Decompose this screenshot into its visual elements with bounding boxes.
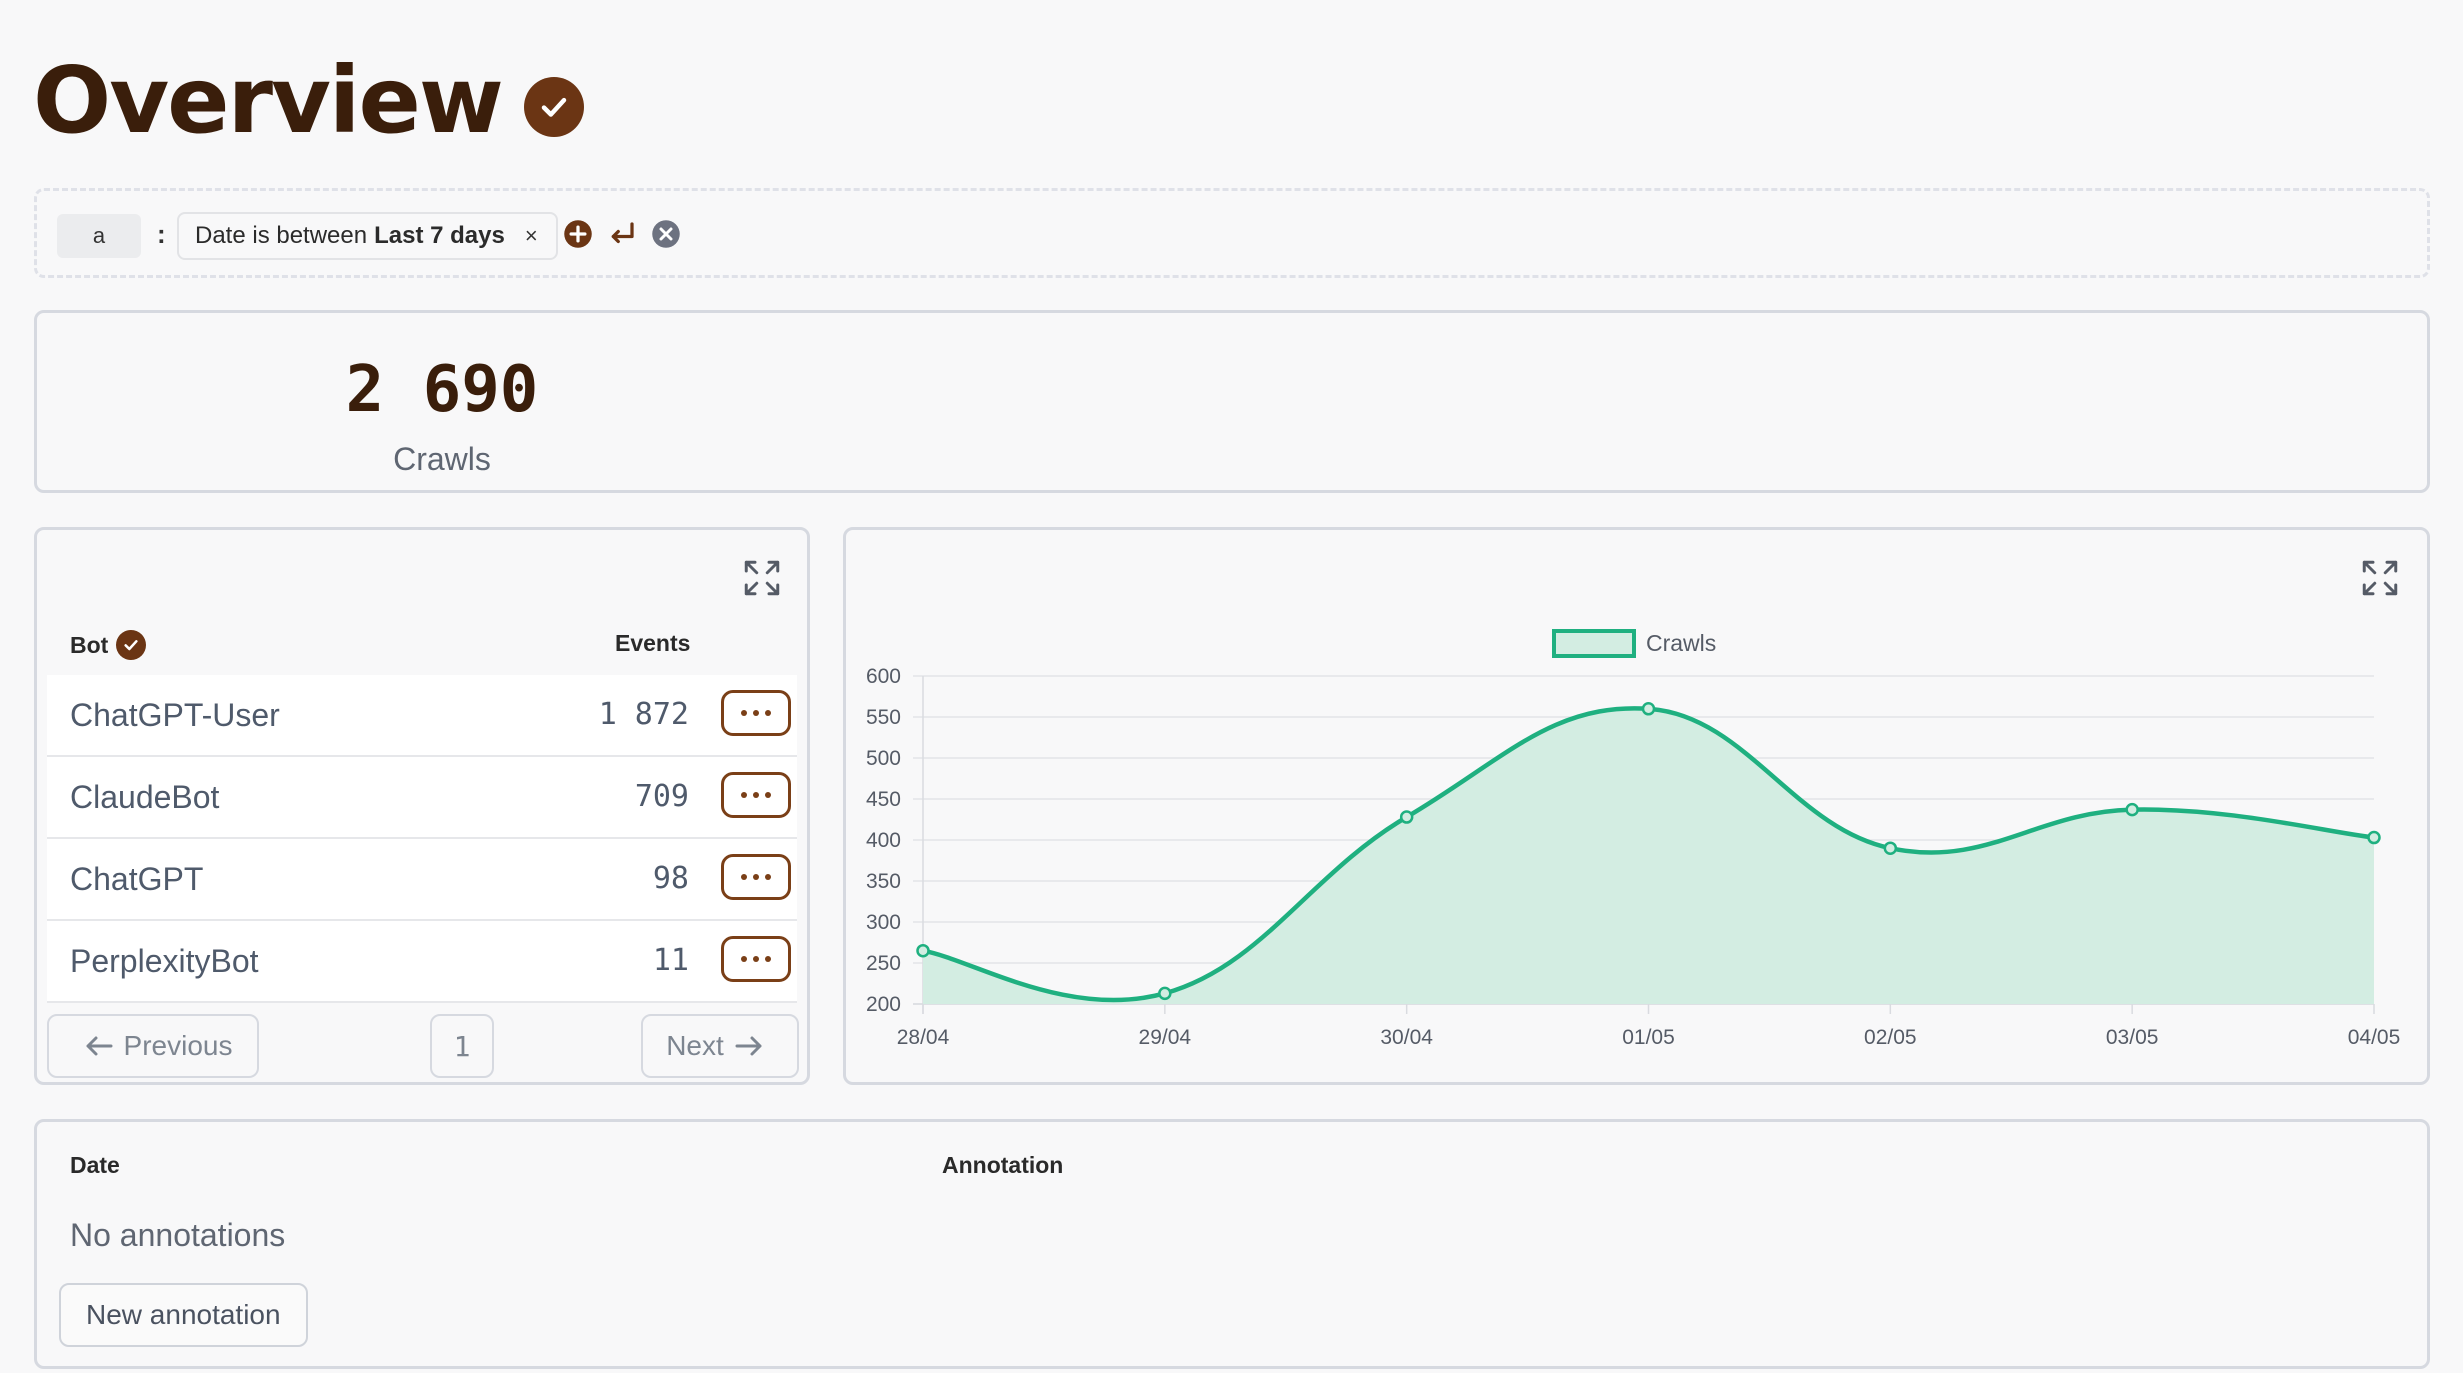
- title-row: Overview: [33, 55, 584, 147]
- row-menu-button[interactable]: [721, 936, 791, 982]
- bot-events: 1 872: [598, 697, 689, 732]
- check-circle-icon: [116, 630, 147, 660]
- bot-events: 709: [634, 779, 689, 814]
- overview-page: Overview a : Date is between Last 7 days…: [0, 0, 2463, 1373]
- column-header-events[interactable]: Events: [615, 630, 690, 657]
- x-tick-label: 30/04: [1380, 1026, 1433, 1049]
- check-circle-icon: [523, 77, 584, 137]
- y-tick-label: 250: [866, 952, 901, 975]
- stat-label: Crawls: [393, 441, 491, 477]
- row-menu-button[interactable]: [721, 772, 791, 818]
- bot-name: ChatGPT: [70, 861, 204, 897]
- x-tick-label: 29/04: [1139, 1026, 1192, 1049]
- y-tick-label: 300: [866, 911, 901, 934]
- annotations-card: Date Annotation No annotations New annot…: [34, 1119, 2430, 1369]
- data-point: [2367, 830, 2381, 845]
- row-menu-button[interactable]: [721, 854, 791, 900]
- y-tick-label: 550: [866, 706, 901, 729]
- page-title: Overview: [33, 47, 504, 154]
- expand-icon[interactable]: [741, 557, 783, 599]
- y-tick-label: 450: [866, 788, 901, 811]
- legend-swatch: [1552, 629, 1636, 658]
- legend-label: Crawls: [1646, 630, 1716, 656]
- bot-name: ClaudeBot: [70, 779, 220, 815]
- table-row: ChatGPT 98: [47, 839, 797, 921]
- y-tick-label: 200: [866, 993, 901, 1016]
- annotations-empty-message: No annotations: [70, 1217, 286, 1253]
- bot-name: ChatGPT-User: [70, 697, 280, 733]
- y-tick-label: 500: [866, 747, 901, 770]
- arrow-left-icon: [86, 1036, 113, 1056]
- previous-page-label: Previous: [123, 1030, 233, 1061]
- x-tick-label: 03/05: [2106, 1026, 2159, 1049]
- table-row: PerplexityBot 11: [47, 921, 797, 1003]
- data-point: [1641, 702, 1656, 716]
- column-header-date: Date: [70, 1152, 120, 1178]
- crawls-line-chart: 200 250 300 350 400 450 500 550 600 28/04 29/04 30/…: [866, 629, 2401, 1049]
- y-tick-label: 350: [866, 870, 901, 893]
- column-header-bot-label: Bot: [70, 631, 109, 658]
- page-number-button[interactable]: 1: [430, 1014, 494, 1078]
- data-point: [1158, 986, 1172, 1001]
- enter-icon[interactable]: [607, 219, 637, 249]
- column-header-bot[interactable]: Bot: [70, 630, 147, 660]
- bots-table-body: ChatGPT-User 1 872 ClaudeBot 709 ChatGPT…: [47, 675, 797, 1003]
- row-menu-button[interactable]: [721, 690, 791, 736]
- y-tick-label: 400: [866, 829, 901, 852]
- crawls-stat-card: 2 690 Crawls: [34, 310, 2430, 493]
- filter-actions: [563, 219, 681, 249]
- next-page-button[interactable]: Next: [641, 1014, 799, 1078]
- column-header-annotation: Annotation: [942, 1152, 1064, 1178]
- bots-card: Bot Events ChatGPT-User 1 872 ClaudeBot …: [34, 527, 810, 1085]
- new-annotation-button[interactable]: New annotation: [59, 1283, 308, 1347]
- filter-bar: a : Date is between Last 7 days ×: [34, 188, 2430, 278]
- x-tick-label: 28/04: [897, 1026, 950, 1049]
- filter-separator: :: [157, 219, 166, 249]
- data-point: [1399, 810, 1414, 824]
- bot-name: PerplexityBot: [70, 943, 259, 979]
- filter-key[interactable]: a: [57, 214, 141, 258]
- filter-chip-prefix: Date is between: [195, 222, 368, 249]
- filter-chip-remove-button[interactable]: ×: [525, 223, 538, 249]
- bot-events: 98: [652, 861, 689, 896]
- x-tick-label: 02/05: [1864, 1026, 1917, 1049]
- y-tick-label: 600: [866, 665, 901, 688]
- data-point: [916, 943, 930, 958]
- crawls-chart-card: 200 250 300 350 400 450 500 550 600 28/04 29/04 30/…: [843, 527, 2430, 1085]
- filter-chip-date[interactable]: Date is between Last 7 days ×: [177, 212, 558, 260]
- x-tick-label: 04/05: [2348, 1026, 2401, 1049]
- stat-value: 2 690: [345, 353, 539, 427]
- data-point: [2125, 802, 2139, 817]
- plus-circle-icon[interactable]: [563, 219, 593, 249]
- bot-events: 11: [652, 943, 689, 978]
- series-area: [923, 708, 2374, 1004]
- previous-page-button[interactable]: Previous: [47, 1014, 259, 1078]
- arrow-right-icon: [735, 1036, 762, 1056]
- data-point: [1883, 841, 1898, 855]
- table-row: ChatGPT-User 1 872: [47, 675, 797, 757]
- filter-chip-value: Last 7 days: [374, 222, 505, 249]
- x-tick-label: 01/05: [1622, 1026, 1675, 1049]
- x-circle-icon[interactable]: [651, 219, 681, 249]
- next-page-label: Next: [666, 1030, 724, 1061]
- table-row: ClaudeBot 709: [47, 757, 797, 839]
